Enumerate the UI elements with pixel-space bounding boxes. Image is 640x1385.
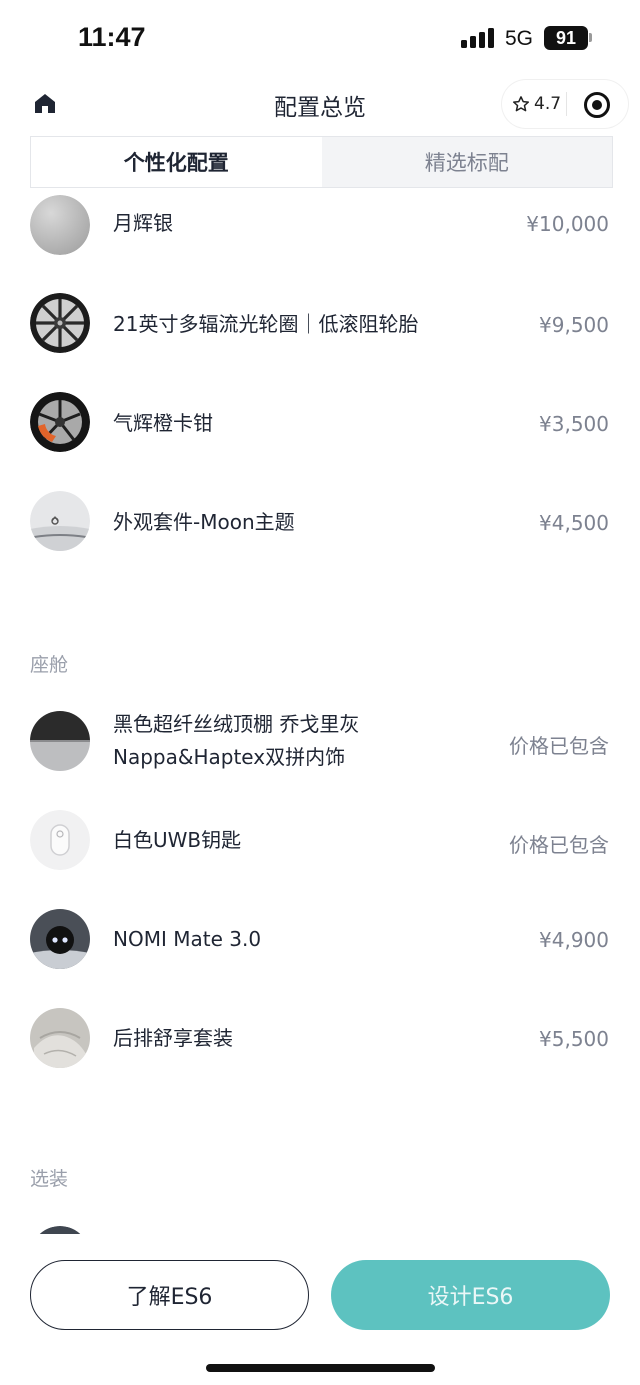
section-title-cabin: 座舱 (30, 654, 69, 676)
item-price: ¥4,900 (539, 928, 609, 952)
rating-button[interactable]: 4.7 (512, 80, 561, 128)
config-tabs: 个性化配置 精选标配 (30, 136, 613, 188)
car-front-icon (30, 491, 90, 551)
list-item: 气辉橙卡钳 ¥3,500 (0, 387, 640, 457)
rear-seat-icon (30, 1008, 90, 1068)
list-item (0, 1223, 640, 1234)
network-label: 5G (505, 27, 534, 50)
target-icon[interactable] (584, 92, 610, 118)
rating-value: 4.7 (534, 94, 562, 114)
capsule-divider (566, 92, 567, 116)
learn-es6-button[interactable]: 了解ES6 (30, 1260, 309, 1330)
section-title-options: 选装 (30, 1168, 69, 1190)
nav-bar: 配置总览 4.7 (0, 76, 640, 132)
item-price: 价格已包含 (509, 833, 609, 857)
bottom-action-bar: 了解ES6 设计ES6 (0, 1234, 640, 1385)
config-list[interactable]: 月辉银 ¥10,000 21英寸多辐流光轮圈｜低滚阻轮胎 ¥9,500 气辉橙卡… (0, 188, 640, 1234)
list-item: 月辉银 ¥10,000 (0, 188, 640, 257)
battery-cap (589, 33, 592, 42)
signal-icon (461, 28, 495, 48)
mini-program-capsule: 4.7 (502, 80, 628, 128)
tab-personalized[interactable]: 个性化配置 (31, 137, 322, 187)
uwb-key-icon (30, 810, 90, 870)
item-price: 价格已包含 (509, 734, 609, 758)
home-indicator (206, 1364, 435, 1372)
item-name: NOMI Mate 3.0 (113, 927, 262, 951)
status-time: 11:47 (78, 22, 146, 52)
list-item: 外观套件-Moon主题 ¥4,500 (0, 486, 640, 556)
design-es6-button[interactable]: 设计ES6 (331, 1260, 610, 1330)
item-name: 21英寸多辐流光轮圈｜低滚阻轮胎 (113, 312, 419, 336)
option-thumbnail-icon (30, 1226, 90, 1234)
item-price: ¥10,000 (526, 212, 609, 236)
list-item: NOMI Mate 3.0 ¥4,900 (0, 904, 640, 974)
wheel-rim-icon (30, 293, 90, 353)
status-bar: 11:47 5G 91 (0, 0, 640, 76)
list-item: 21英寸多辐流光轮圈｜低滚阻轮胎 ¥9,500 (0, 288, 640, 358)
battery-icon: 91 (544, 26, 588, 50)
item-price: ¥9,500 (539, 313, 609, 337)
item-name-line2: Nappa&Haptex双拼内饰 (113, 745, 346, 769)
item-price: ¥4,500 (539, 511, 609, 535)
item-name: 后排舒享套装 (113, 1026, 233, 1050)
list-item: 黑色超纤丝绒顶棚 乔戈里灰 Nappa&Haptex双拼内饰 价格已包含 (0, 708, 640, 774)
list-item: 后排舒享套装 ¥5,500 (0, 1003, 640, 1073)
tab-standard[interactable]: 精选标配 (322, 137, 613, 187)
interior-swatch-icon (30, 711, 90, 771)
item-price: ¥5,500 (539, 1027, 609, 1051)
orange-caliper-icon (30, 392, 90, 452)
item-name-line1: 黑色超纤丝绒顶棚 乔戈里灰 (113, 712, 360, 736)
item-name: 白色UWB钥匙 (113, 828, 242, 852)
item-name: 月辉银 (113, 211, 173, 235)
item-name: 外观套件-Moon主题 (113, 510, 295, 534)
item-price: ¥3,500 (539, 412, 609, 436)
nomi-robot-icon (30, 909, 90, 969)
silver-swatch-icon (30, 195, 90, 255)
item-name: 气辉橙卡钳 (113, 411, 213, 435)
list-item: 白色UWB钥匙 价格已包含 (0, 805, 640, 875)
star-icon (512, 96, 530, 112)
